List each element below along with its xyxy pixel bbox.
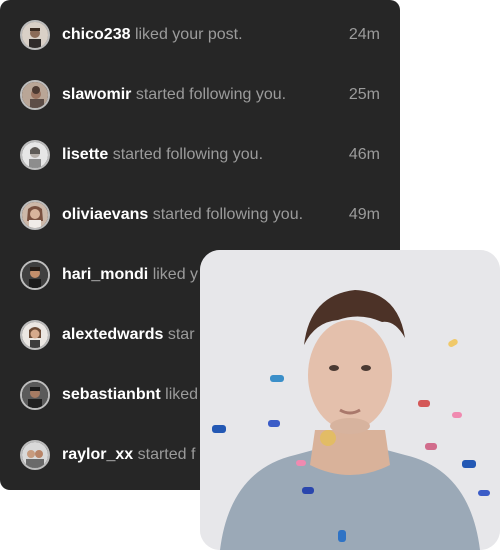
notification-username[interactable]: hari_mondi <box>62 266 148 283</box>
notification-item[interactable]: lisette started following you. 46m <box>20 140 380 170</box>
user-avatar[interactable] <box>20 440 50 470</box>
notification-username[interactable]: raylor_xx <box>62 446 133 463</box>
user-avatar[interactable] <box>20 140 50 170</box>
notification-username[interactable]: sebastianbnt <box>62 386 161 403</box>
notification-action: started following you. <box>112 146 264 163</box>
notification-action: started following you. <box>152 206 304 223</box>
notification-text: oliviaevans started following you. <box>62 205 339 225</box>
notification-action: liked <box>165 386 199 403</box>
notification-text: chico238 liked your post. <box>62 25 339 45</box>
notification-username[interactable]: chico238 <box>62 26 130 43</box>
user-avatar[interactable] <box>20 80 50 110</box>
notification-item[interactable]: oliviaevans started following you. 49m <box>20 200 380 230</box>
notification-username[interactable]: lisette <box>62 146 108 163</box>
notification-time: 24m <box>348 26 380 43</box>
user-avatar[interactable] <box>20 320 50 350</box>
user-avatar[interactable] <box>20 380 50 410</box>
notification-action: liked your post. <box>134 26 243 43</box>
notification-username[interactable]: alextedwards <box>62 326 163 343</box>
notification-action: star <box>167 326 195 343</box>
user-avatar[interactable] <box>20 260 50 290</box>
user-avatar[interactable] <box>20 20 50 50</box>
portrait-photo <box>200 250 500 550</box>
notification-username[interactable]: slawomir <box>62 86 131 103</box>
notification-text: slawomir started following you. <box>62 85 339 105</box>
notification-time: 25m <box>348 86 380 103</box>
notification-item[interactable]: slawomir started following you. 25m <box>20 80 380 110</box>
notification-action: started f <box>137 446 196 463</box>
notification-time: 46m <box>348 146 380 163</box>
portrait-illustration <box>200 250 500 550</box>
notification-text: lisette started following you. <box>62 145 339 165</box>
notification-time: 49m <box>348 206 380 223</box>
notification-action: started following you. <box>135 86 287 103</box>
user-avatar[interactable] <box>20 200 50 230</box>
notification-action: liked y <box>152 266 199 283</box>
notification-item[interactable]: chico238 liked your post. 24m <box>20 20 380 50</box>
notification-username[interactable]: oliviaevans <box>62 206 148 223</box>
